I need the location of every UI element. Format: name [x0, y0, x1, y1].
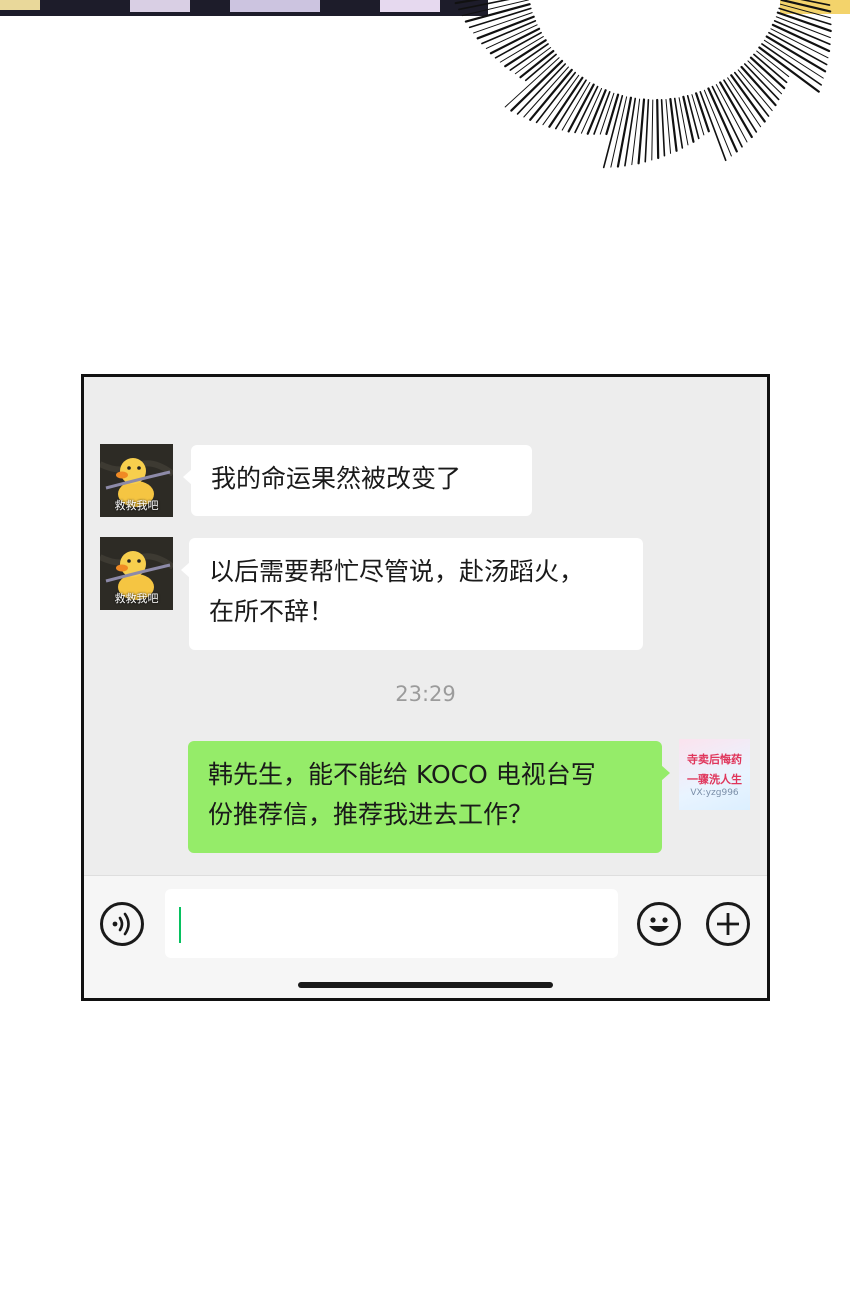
burst-line	[699, 91, 727, 162]
emoji-icon	[649, 917, 669, 932]
comic-art-strip	[0, 0, 850, 210]
burst-line	[660, 99, 666, 157]
incoming-message-bubble[interactable]: 以后需要帮忙尽管说，赴汤蹈火， 在所不辞！	[181, 538, 643, 650]
burst-line	[740, 65, 777, 107]
message-text-line: 在所不辞！	[209, 597, 335, 626]
message-text-line: 份推荐信，推荐我进去工作？	[208, 800, 534, 829]
outgoing-message-bubble[interactable]: 韩先生，能不能给 KOCO 电视台写 份推荐信，推荐我进去工作？	[188, 741, 670, 853]
plus-icon	[717, 913, 739, 935]
burst-line	[555, 79, 587, 130]
burst-line	[524, 53, 557, 82]
message-timestamp: 23:29	[395, 682, 456, 706]
burst-line	[624, 97, 637, 167]
burst-line	[605, 93, 620, 136]
burst-line	[651, 99, 654, 161]
burst-line	[665, 99, 672, 154]
incoming-message-bubble[interactable]: 我的命运果然被改变了	[183, 445, 532, 516]
burst-line	[637, 98, 646, 165]
message-text: 我的命运果然被改变了	[211, 464, 462, 493]
message-input[interactable]	[165, 889, 618, 958]
voice-button[interactable]	[100, 902, 144, 946]
burst-line	[686, 95, 700, 140]
avatar-caption: 救救我吧	[114, 592, 159, 605]
burst-line	[707, 87, 738, 153]
my-avatar[interactable]: 寺卖后悔药 一骤洗人生 VX:yzg996	[679, 739, 750, 810]
burst-line	[743, 63, 780, 101]
chat-input-bar	[84, 875, 767, 998]
burst-line	[656, 98, 660, 160]
burst-line	[747, 60, 783, 95]
burst-line	[703, 89, 732, 157]
text-caret	[179, 907, 181, 943]
avatar-text: VX:yzg996	[690, 788, 739, 798]
contact-avatar[interactable]: 救救我吧	[100, 444, 173, 517]
avatar-text: 寺卖后悔药	[687, 753, 742, 766]
home-indicator[interactable]	[298, 982, 553, 988]
burst-line	[682, 95, 695, 143]
avatar-text: 一骤洗人生	[687, 773, 742, 786]
emoji-button[interactable]	[637, 902, 681, 946]
chat-window: 救救我吧 我的命运果然被改变了 救救我吧 以后需要帮忙尽管说，赴汤蹈火， 在所不…	[81, 374, 770, 1001]
burst-lines-illustration	[0, 0, 850, 169]
voice-icon	[112, 912, 130, 936]
message-text-line: 以后需要帮忙尽管说，赴汤蹈火，	[209, 557, 585, 586]
more-button[interactable]	[706, 902, 750, 946]
burst-line	[644, 99, 650, 163]
burst-line	[756, 50, 790, 78]
message-text-line: 韩先生，能不能给 KOCO 电视台写	[208, 760, 596, 789]
avatar-caption: 救救我吧	[114, 499, 159, 512]
burst-line	[771, 23, 831, 53]
contact-avatar[interactable]: 救救我吧	[100, 537, 173, 610]
